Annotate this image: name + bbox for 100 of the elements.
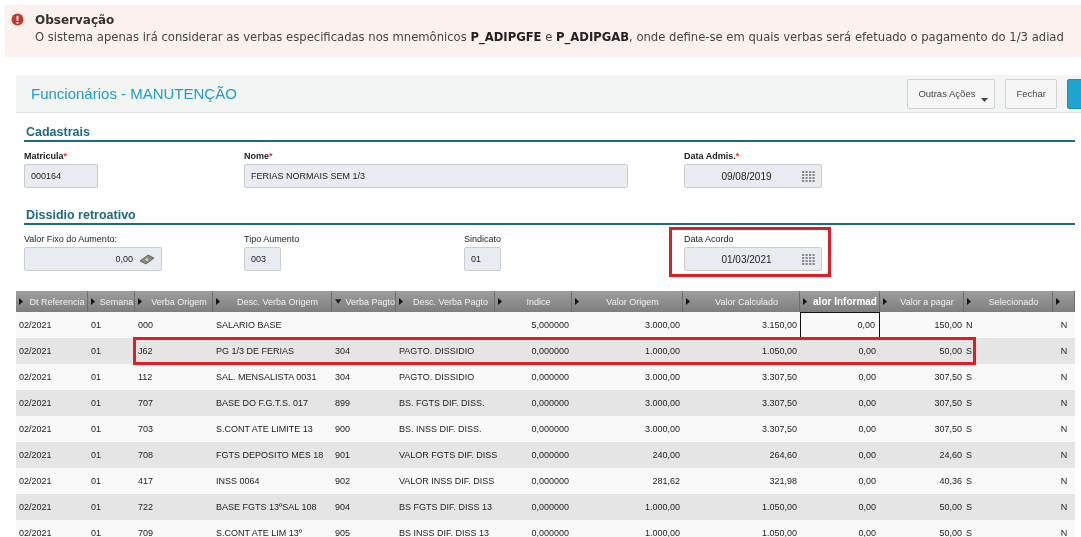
input-field[interactable]: 01/03/2021 [684, 247, 822, 271]
table-cell-text: 02/2021 [18, 397, 53, 410]
table-row[interactable]: 02/2021 01 000 SALARIO BASE 5,000000 3.000,00 3.150,00 0,00 150,00 N N [16, 312, 1075, 338]
table-cell-text: VALOR INSS DIF. DISS [398, 475, 495, 488]
column-arrow-icon [686, 298, 690, 305]
table-cell-text: 01 [90, 371, 102, 384]
table-row[interactable]: 02/2021 01 417 INSS 0064 902 VALOR INSS DIF. DISS 0,000000 281,62 321,98 0,00 40,36 S N [16, 468, 1075, 494]
table-cell-text: PAGTO. DISSIDIO [398, 371, 476, 384]
table-cell-text: 0,000000 [530, 475, 570, 488]
table-cell-text: S [965, 345, 973, 358]
required-marker: * [269, 151, 273, 161]
table-cell-text: 281,62 [651, 475, 681, 488]
column-arrow-icon [138, 298, 142, 305]
field-label: Matricula [24, 151, 64, 161]
table-cell-text: 0,000000 [530, 527, 570, 537]
table-cell-text: 50,00 [938, 501, 963, 514]
table-cell-text: 0,00 [857, 397, 877, 410]
column-arrow-icon [91, 298, 95, 305]
table-cell-text: S [965, 371, 973, 384]
actions-menu-button[interactable]: Outras Ações [907, 78, 996, 109]
close-button[interactable]: Fechar [1005, 78, 1057, 109]
table-cell-text: 3.000,00 [643, 319, 681, 332]
table-cell-text: S [965, 423, 973, 436]
table-cell-text: 50,00 [938, 345, 963, 358]
table-cell-text: 24,60 [938, 449, 963, 462]
table-cell-text: 0,00 [857, 475, 877, 488]
table-cell-text: 01 [90, 345, 102, 358]
column-arrow-icon [1056, 298, 1060, 305]
table-cell-text: 707 [137, 397, 155, 410]
table-cell-text: 1.000,00 [643, 527, 681, 537]
table-cell-text: 0,00 [857, 449, 877, 462]
table-cell-text: N [1059, 423, 1069, 436]
table-row[interactable]: 02/2021 01 708 FGTS DEPOSITO MES 18 901 VALOR FGTS DIF. DISS 0,000000 240,00 264,60 0,00 24,60 S N [16, 442, 1075, 468]
table-cell-text: 0,000000 [530, 423, 570, 436]
alert-icon [11, 13, 24, 26]
column-arrow-icon [803, 298, 807, 305]
table-cell-text: 50,00 [938, 527, 963, 537]
table-cell-text: 1.050,00 [760, 345, 798, 358]
money-icon [139, 253, 155, 265]
table-row[interactable]: 02/2021 01 707 BASE DO F.G.T.S. 017 899 BS. FGTS DIF. DISS. 0,000000 3.000,00 3.307,50 0,00 307,50 S N [16, 390, 1075, 416]
table-cell-text: 0,000000 [530, 449, 570, 462]
table-cell-text: 0,000000 [530, 397, 570, 410]
alert-title: Observação [35, 12, 116, 28]
table-cell-text: J62 [137, 345, 154, 358]
table-cell-text: 40,36 [938, 475, 963, 488]
table-cell-text: S [965, 449, 973, 462]
caret-icon [981, 97, 989, 102]
input-field[interactable]: 0,00 [24, 247, 162, 271]
required-marker: * [63, 151, 68, 161]
table-cell-text: N [1059, 527, 1069, 537]
input-field[interactable]: 01 [464, 247, 501, 271]
table-cell-text: 708 [137, 449, 155, 462]
column-arrow-icon [399, 298, 403, 305]
table-cell-text: 0,000000 [530, 345, 570, 358]
table-cell-text: 5,000000 [530, 319, 570, 332]
table-cell-text: N [965, 319, 974, 332]
table-cell-text: S [965, 501, 973, 514]
table-row[interactable]: 02/2021 01 722 BASE FGTS 13ºSAL 108 904 BS FGTS DIF. DISS 13 0,000000 1.000,00 1.050,00 0,00 50,00 S N [16, 494, 1075, 520]
table-cell-text: 3.000,00 [643, 371, 681, 384]
table-cell-text: 900 [334, 423, 352, 436]
calendar-icon [802, 253, 815, 265]
table-cell-text: S [965, 475, 973, 488]
table-cell-text: 01 [90, 501, 102, 514]
page-title: Funcionários - MANUTENÇÃO [31, 85, 237, 102]
table-cell-text: PAGTO. DISSIDIO [398, 345, 476, 358]
table-cell-text: 02/2021 [18, 423, 53, 436]
table-cell-text: 01 [90, 475, 102, 488]
table-row[interactable]: 02/2021 01 112 SAL. MENSALISTA 0031 304 PAGTO. DISSIDIO 0,000000 3.000,00 3.307,50 0,00 307,50 S N [16, 364, 1075, 390]
input-field[interactable]: 003 [244, 247, 281, 271]
input-field[interactable]: FERIAS NORMAIS SEM 1/3 [244, 164, 628, 188]
table-cell-text: 01 [90, 319, 102, 332]
table-row[interactable]: 02/2021 01 703 S.CONT ATE LIMITE 13 900 BS. INSS DIF. DISS. 0,000000 3.000,00 3.307,50 0,00 307,50 S N [16, 416, 1075, 442]
table-cell-text: N [1059, 449, 1069, 462]
table-cell-text: 01 [90, 449, 102, 462]
input-field[interactable]: 000164 [24, 164, 98, 188]
table-cell-text: 02/2021 [18, 319, 53, 332]
table-cell[interactable]: 0,00 [800, 312, 880, 338]
table-row[interactable]: 02/2021 01 709 S.CONT ATE LIM 13º 905 BS INSS DIF. DISS 13 0,000000 1.000,00 1.050,00 0,00 50,00 S N [16, 520, 1075, 537]
table-cell-text: 02/2021 [18, 475, 53, 488]
table-cell-text: 703 [137, 423, 155, 436]
table-cell-text: N [1059, 501, 1069, 514]
field-label: Valor Fixo do Aumento: [24, 234, 117, 244]
table-cell-text: 1.050,00 [760, 527, 798, 537]
table-cell-text: 1.000,00 [643, 501, 681, 514]
table-cell-text: 417 [137, 475, 155, 488]
table-cell-text: 321,98 [768, 475, 798, 488]
table-cell-text: 709 [137, 527, 155, 537]
table-cell-text: 3.307,50 [760, 423, 798, 436]
input-field[interactable]: 09/08/2019 [684, 164, 822, 188]
table-cell-text: S.CONT ATE LIM 13º [215, 527, 303, 537]
table-cell-text: INSS 0064 [215, 475, 261, 488]
table-cell-text: 0,00 [857, 423, 877, 436]
table-cell-text: 899 [334, 397, 352, 410]
table-cell-text: 307,50 [933, 397, 963, 410]
table-cell-text: 904 [334, 501, 352, 514]
table-cell-text: BS. INSS DIF. DISS. [398, 423, 483, 436]
table-cell-text: 0,00 [857, 345, 877, 358]
table-cell-text: S [965, 397, 973, 410]
table-cell-text: 02/2021 [18, 371, 53, 384]
section-title: Cadastrais [24, 125, 1075, 142]
